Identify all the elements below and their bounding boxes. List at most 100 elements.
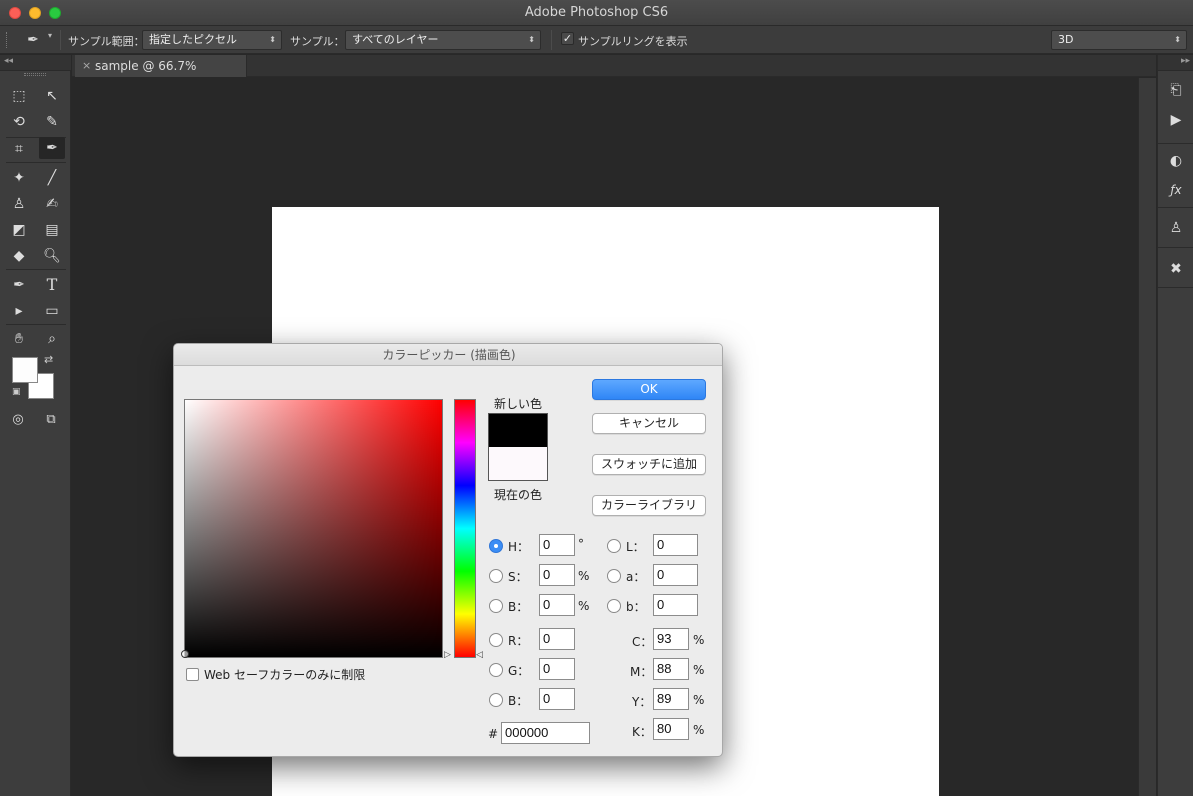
options-separator: [60, 30, 61, 50]
quick-selection-tool-icon[interactable]: ✎: [39, 111, 65, 133]
workspace-select[interactable]: 3D ⬍: [1051, 30, 1187, 50]
yellow-input[interactable]: 89: [653, 688, 689, 710]
foreground-color-swatch-front[interactable]: [12, 357, 38, 383]
red-label: R：: [508, 634, 529, 648]
color-field[interactable]: [184, 399, 443, 658]
marquee-tool-icon[interactable]: ⬚: [6, 85, 32, 107]
blue-input[interactable]: 0: [539, 688, 575, 710]
swap-colors-icon[interactable]: ⇄: [44, 353, 53, 366]
saturation-unit: %: [578, 569, 590, 583]
ok-button[interactable]: OK: [592, 379, 706, 400]
lab-b-label: b：: [626, 600, 646, 614]
hue-slider[interactable]: [454, 399, 476, 658]
tool-separator: [6, 324, 66, 325]
hue-input[interactable]: 0: [539, 534, 575, 556]
zoom-tool-icon[interactable]: ⌕: [39, 328, 65, 350]
title-bar: Adobe Photoshop CS6: [0, 0, 1193, 26]
sample-size-label: サンプル範囲：: [68, 35, 145, 48]
magenta-input[interactable]: 88: [653, 658, 689, 680]
green-input[interactable]: 0: [539, 658, 575, 680]
type-tool-icon[interactable]: T: [39, 274, 65, 296]
tool-presets-panel-icon[interactable]: ✖: [1165, 258, 1187, 280]
brush-tool-icon[interactable]: ╱: [39, 167, 65, 189]
screen-mode-icon[interactable]: ⧉: [40, 411, 62, 429]
blur-tool-icon[interactable]: ◆: [6, 245, 32, 267]
hex-input[interactable]: 000000: [501, 722, 590, 744]
color-picker-dialog: カラーピッカー (描画色) ▷ ◁ 新しい色 現在の色 OK キャンセル スウォ…: [173, 343, 723, 757]
cyan-input[interactable]: 93: [653, 628, 689, 650]
saturation-input[interactable]: 0: [539, 564, 575, 586]
default-colors-icon[interactable]: ▣: [12, 387, 24, 399]
hue-slider-left-arrow-icon[interactable]: ▷: [444, 650, 451, 660]
black-unit: %: [693, 723, 705, 737]
quick-mask-icon[interactable]: ◎: [7, 411, 29, 429]
color-libraries-button[interactable]: カラーライブラリ: [592, 495, 706, 516]
healing-brush-tool-icon[interactable]: ✦: [6, 167, 32, 189]
sample-size-select[interactable]: 指定したピクセル ⬍: [142, 30, 282, 50]
web-safe-checkbox[interactable]: [186, 668, 199, 681]
brightness-label: B：: [508, 600, 529, 614]
document-tab[interactable]: × sample @ 66.7% (RGB/8): [75, 55, 247, 95]
lab-b-input[interactable]: 0: [653, 594, 698, 616]
vertical-scrollbar[interactable]: [1138, 78, 1156, 796]
styles-panel-icon[interactable]: ƒx: [1165, 179, 1187, 201]
lab-b-radio[interactable]: [607, 599, 621, 613]
clone-stamp-tool-icon[interactable]: ♙: [6, 193, 32, 215]
color-field-marker[interactable]: [181, 650, 189, 658]
new-color-swatch: [488, 413, 548, 447]
expand-panels-icon[interactable]: ▸▸: [1181, 56, 1190, 66]
options-bar-grip[interactable]: [6, 32, 9, 48]
lab-a-radio[interactable]: [607, 569, 621, 583]
panel-separator: [1158, 247, 1193, 248]
green-radio[interactable]: [489, 663, 503, 677]
lab-l-radio[interactable]: [607, 539, 621, 553]
hue-radio[interactable]: [489, 539, 503, 553]
pen-tool-icon[interactable]: ✒: [6, 274, 32, 296]
collapse-panel-icon[interactable]: ◂◂: [4, 56, 13, 66]
path-selection-tool-icon[interactable]: ▸: [6, 300, 32, 322]
options-separator: [551, 30, 552, 50]
tool-preset-arrow-icon[interactable]: ▾: [48, 31, 52, 40]
blue-label: B：: [508, 694, 529, 708]
red-input[interactable]: 0: [539, 628, 575, 650]
adjustments-panel-icon[interactable]: ◐: [1165, 150, 1187, 172]
yellow-unit: %: [693, 693, 705, 707]
sample-select[interactable]: すべてのレイヤー ⬍: [345, 30, 541, 50]
eyedropper-tool-icon[interactable]: ✒: [39, 137, 65, 159]
history-brush-tool-icon[interactable]: ✍: [39, 193, 65, 215]
close-tab-icon[interactable]: ×: [82, 55, 91, 77]
panel-grip[interactable]: [24, 73, 46, 76]
web-safe-label: Web セーフカラーのみに制限: [204, 668, 366, 682]
green-label: G：: [508, 664, 530, 678]
current-color-swatch[interactable]: [488, 447, 548, 481]
lab-a-input[interactable]: 0: [653, 564, 698, 586]
add-to-swatches-button[interactable]: スウォッチに追加: [592, 454, 706, 475]
panel-separator: [1158, 287, 1193, 288]
brightness-radio[interactable]: [489, 599, 503, 613]
tools-panel-header: ◂◂: [0, 55, 71, 71]
actions-panel-icon[interactable]: ▶: [1165, 109, 1187, 131]
rectangle-tool-icon[interactable]: ▭: [39, 300, 65, 322]
select-arrows-icon: ⬍: [269, 35, 276, 44]
eraser-tool-icon[interactable]: ◩: [6, 219, 32, 241]
magenta-label: M：: [630, 665, 653, 679]
crop-tool-icon[interactable]: ⌗: [6, 138, 32, 160]
brightness-input[interactable]: 0: [539, 594, 575, 616]
black-input[interactable]: 80: [653, 718, 689, 740]
dodge-tool-icon[interactable]: 🔍︎: [39, 245, 65, 267]
move-tool-icon[interactable]: ↖: [39, 85, 65, 107]
blue-radio[interactable]: [489, 693, 503, 707]
tool-separator: [6, 269, 66, 270]
eyedropper-icon[interactable]: ✒: [22, 30, 44, 50]
clone-source-panel-icon[interactable]: ♙: [1165, 217, 1187, 239]
cancel-button[interactable]: キャンセル: [592, 413, 706, 434]
hue-slider-right-arrow-icon[interactable]: ◁: [476, 650, 483, 660]
saturation-radio[interactable]: [489, 569, 503, 583]
gradient-tool-icon[interactable]: ▤: [39, 219, 65, 241]
lasso-tool-icon[interactable]: ⟲: [6, 111, 32, 133]
history-panel-icon[interactable]: ⎗: [1165, 79, 1187, 101]
lab-l-input[interactable]: 0: [653, 534, 698, 556]
hand-tool-icon[interactable]: ✋︎: [6, 328, 32, 350]
show-sampling-ring-checkbox[interactable]: ✓: [561, 32, 574, 45]
red-radio[interactable]: [489, 633, 503, 647]
